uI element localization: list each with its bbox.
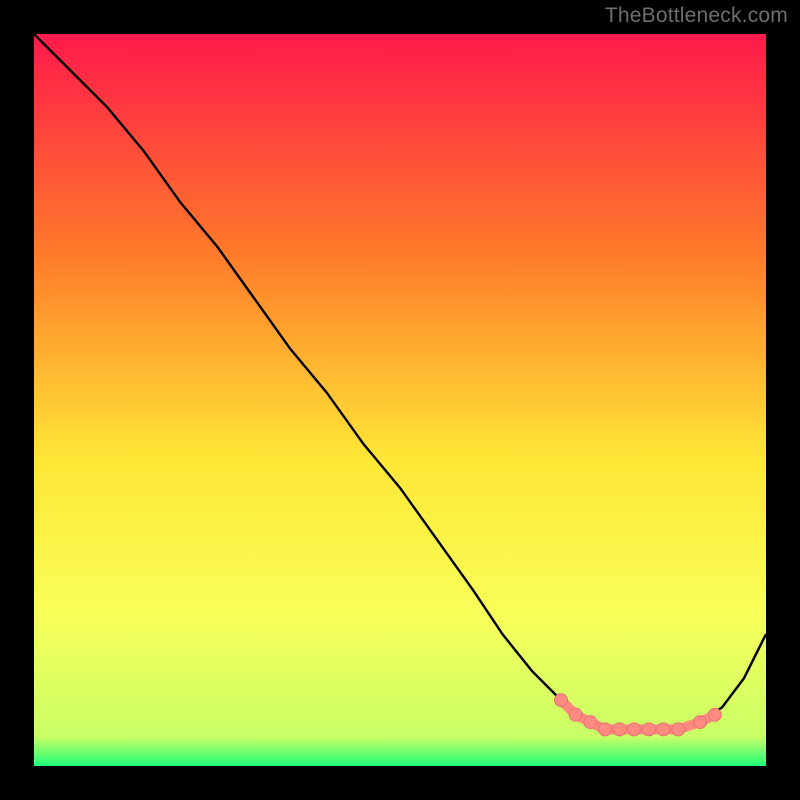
chart-frame: TheBottleneck.com bbox=[0, 0, 800, 800]
marker-dot bbox=[599, 723, 612, 736]
marker-dot bbox=[708, 708, 721, 721]
plot-area bbox=[34, 34, 766, 766]
marker-dot bbox=[672, 723, 685, 736]
gradient-background bbox=[34, 34, 766, 766]
marker-dot bbox=[694, 716, 707, 729]
marker-dot bbox=[569, 708, 582, 721]
marker-dot bbox=[613, 723, 626, 736]
gradient-line-chart bbox=[34, 34, 766, 766]
marker-dot bbox=[555, 694, 568, 707]
marker-dot bbox=[628, 723, 641, 736]
marker-dot bbox=[642, 723, 655, 736]
marker-dot bbox=[657, 723, 670, 736]
watermark-text: TheBottleneck.com bbox=[605, 4, 788, 28]
marker-dot bbox=[584, 716, 597, 729]
